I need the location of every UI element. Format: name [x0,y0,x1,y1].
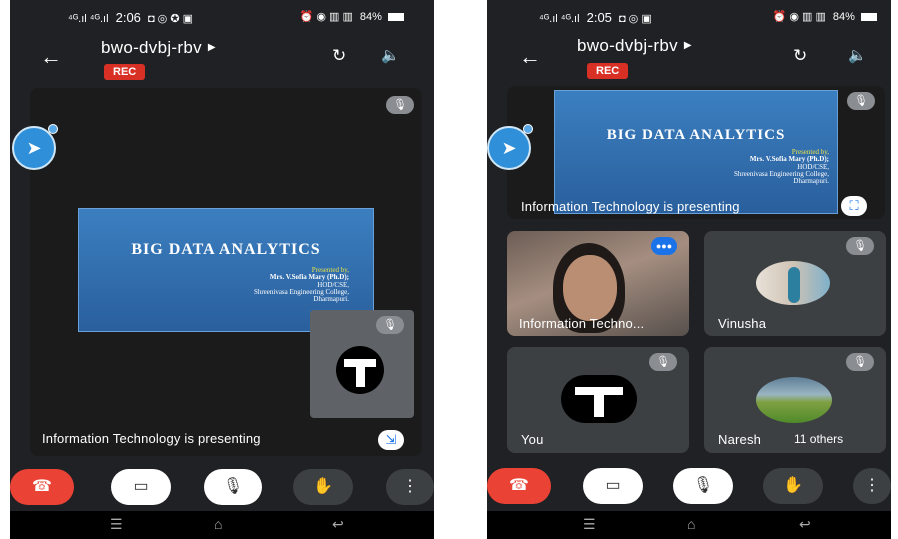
notification-icons: ◘ ◎ ▣ [618,13,652,25]
signal-indicator: ⁴ᴳ.ıl ⁴ᴳ.ıl [68,13,109,25]
status-bar: ⁴ᴳ.ıl ⁴ᴳ.ıl 2:06 ◘ ◎ ✪ ▣ ⏰ ◉ ▥ ▥ 84% [10,10,434,25]
notification-icons: ◘ ◎ ✪ ▣ [147,13,194,25]
system-icons: ⏰ ◉ ▥ ▥ [772,11,826,23]
mic-off-icon: 🎙 [386,96,414,114]
end-call-button[interactable]: ☎ [10,469,74,505]
slide-title: BIG DATA ANALYTICS [131,241,321,258]
presentation-tile[interactable]: BIG DATA ANALYTICS Presented by, Mrs. V.… [507,86,885,219]
participant-tile[interactable]: 🎙 You [507,347,689,453]
participant-tile[interactable]: ●●● Information Techno... [507,231,689,336]
participant-name: You [521,432,544,447]
participant-name: Information Techno... [519,316,645,331]
avatar [756,261,830,305]
slide-presenter-info: Presented by, Mrs. V.Sofia Mary (Ph.D); … [253,266,349,304]
participant-name: Naresh [718,432,762,447]
mic-off-button[interactable]: 🎙 [204,469,262,505]
mic-off-icon: 🎙 [846,353,874,371]
speaking-indicator-icon: ●●● [651,237,677,255]
raise-hand-button[interactable]: ✋ [293,469,353,505]
camera-off-button[interactable]: ▭ [583,468,643,504]
battery-percent: 84% [359,11,382,23]
end-call-button[interactable]: ☎ [487,468,551,504]
system-icons: ⏰ ◉ ▥ ▥ [299,11,353,23]
android-nav-bar: ☰ ⌂ ↩ [10,511,434,539]
nav-back-icon[interactable]: ↩ [799,516,811,533]
switch-camera-icon[interactable]: ↻ [332,46,346,66]
rec-badge: REC [587,63,629,79]
self-view-tile[interactable]: 🎙 [310,310,414,418]
nav-back-icon[interactable]: ↩ [332,516,344,533]
mic-off-icon: 🎙 [649,353,677,371]
nav-menu-icon[interactable]: ☰ [110,516,123,533]
avatar [561,375,637,423]
speaker-icon[interactable]: 🔈 [381,46,400,64]
participant-name: Vinusha [718,316,767,331]
nav-home-icon[interactable]: ⌂ [687,516,695,532]
meeting-name[interactable]: bwo-dvbj-rbv ▶ [577,36,692,56]
battery-icon [861,13,877,22]
avatar [336,346,384,394]
status-time: 2:06 [115,10,141,25]
raise-hand-button[interactable]: ✋ [763,468,823,504]
speaker-icon[interactable]: 🔈 [848,46,867,64]
slide-title: BIG DATA ANALYTICS [606,127,786,143]
caret-right-icon: ▶ [207,42,216,53]
participant-tile[interactable]: 🎙 Naresh 11 others [704,347,886,453]
participant-tile[interactable]: 🎙 Vinusha [704,231,886,336]
signal-indicator: ⁴ᴳ.ıl ⁴ᴳ.ıl [539,13,580,25]
meeting-code: bwo-dvbj-rbv [577,36,678,55]
slide-presenter-info: Presented by, Mrs. V.Sofia Mary (Ph.D); … [733,148,829,186]
meeting-name[interactable]: bwo-dvbj-rbv ▶ [101,38,216,58]
switch-camera-icon[interactable]: ↻ [793,46,807,66]
telegram-badge [523,124,533,134]
rec-badge: REC [104,64,146,80]
status-time: 2:05 [586,10,612,25]
mic-off-icon: 🎙 [847,92,875,110]
more-options-button[interactable]: ⋮ [853,468,891,504]
mic-off-icon: 🎙 [376,316,404,334]
battery-percent: 84% [832,11,855,23]
status-bar: ⁴ᴳ.ıl ⁴ᴳ.ıl 2:05 ◘ ◎ ▣ ⏰ ◉ ▥ ▥ 84% [487,10,891,25]
fullscreen-icon[interactable]: ⛶ [841,196,867,216]
back-arrow-icon[interactable]: ← [40,46,62,68]
camera-off-button[interactable]: ▭ [111,469,171,505]
collapse-icon[interactable]: ⇲ [378,430,404,450]
others-count-button[interactable]: 11 others [784,428,854,450]
more-options-button[interactable]: ⋮ [386,469,434,505]
battery-icon [388,13,404,22]
presenting-caption: Information Technology is presenting [521,199,740,214]
nav-home-icon[interactable]: ⌂ [214,516,222,532]
android-nav-bar: ☰ ⌂ ↩ [487,511,891,539]
right-phone-screen: ⁴ᴳ.ıl ⁴ᴳ.ıl 2:05 ◘ ◎ ▣ ⏰ ◉ ▥ ▥ 84% ← bwo… [487,0,891,539]
mic-off-button[interactable]: 🎙 [673,468,733,504]
caret-right-icon: ▶ [683,40,692,51]
presentation-slide: BIG DATA ANALYTICS Presented by, Mrs. V.… [554,90,838,214]
meeting-code: bwo-dvbj-rbv [101,38,202,57]
mic-off-icon: 🎙 [846,237,874,255]
nav-menu-icon[interactable]: ☰ [583,516,596,533]
presenting-caption: Information Technology is presenting [42,431,261,446]
back-arrow-icon[interactable]: ← [519,46,541,68]
left-phone-screen: ⁴ᴳ.ıl ⁴ᴳ.ıl 2:06 ◘ ◎ ✪ ▣ ⏰ ◉ ▥ ▥ 84% ← b… [10,0,434,539]
avatar [756,377,832,423]
presentation-tile[interactable]: 🎙 BIG DATA ANALYTICS Presented by, Mrs. … [30,88,422,456]
telegram-badge [48,124,58,134]
